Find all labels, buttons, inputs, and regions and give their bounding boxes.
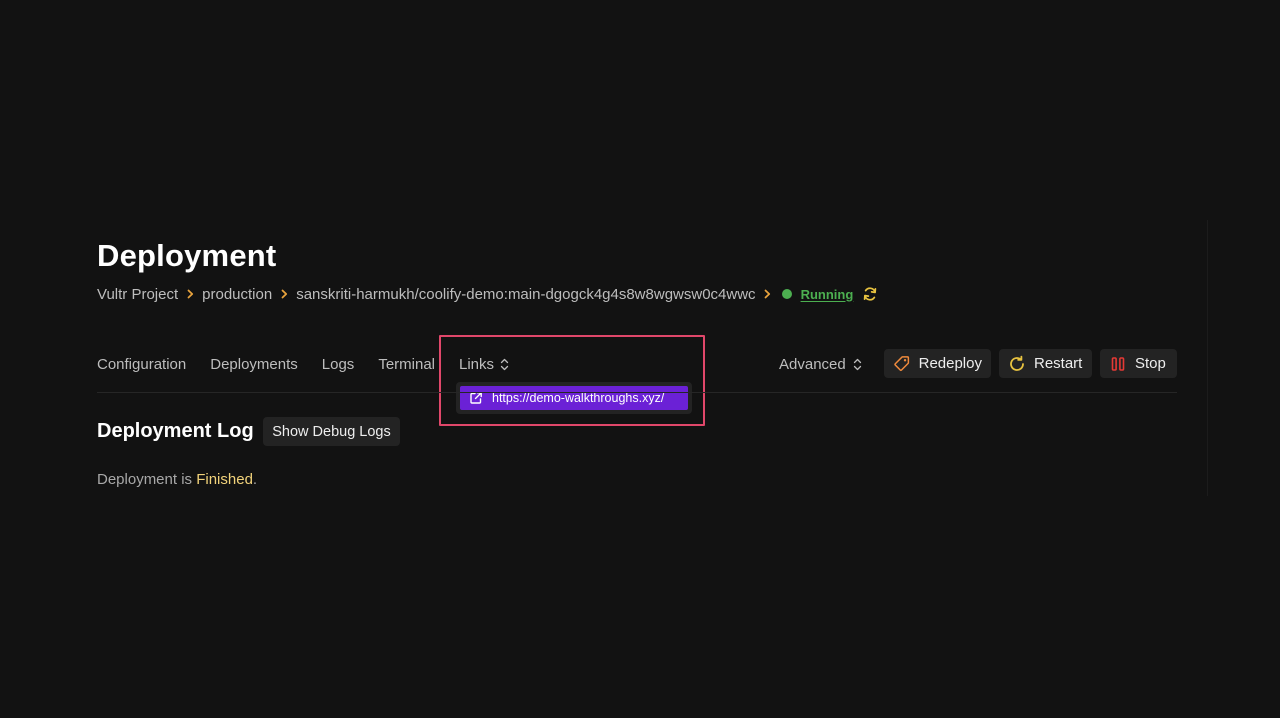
deployment-page: Deployment Vultr Project production sans… — [0, 0, 1280, 718]
restart-button[interactable]: Restart — [999, 349, 1092, 378]
restart-label: Restart — [1034, 355, 1083, 372]
status-badge[interactable]: Running — [801, 287, 854, 302]
breadcrumb-project[interactable]: Vultr Project — [97, 286, 178, 303]
show-debug-logs-button[interactable]: Show Debug Logs — [263, 417, 400, 446]
deployment-status-line: Deployment is Finished. — [97, 471, 257, 488]
status-prefix: Deployment is — [97, 471, 197, 488]
right-divider — [1207, 220, 1208, 496]
status-dot — [781, 289, 792, 299]
chevron-up-down-icon — [853, 358, 861, 370]
advanced-label: Advanced — [779, 355, 846, 373]
chevron-right-icon — [178, 289, 202, 299]
refresh-icon[interactable] — [862, 286, 878, 302]
status-suffix: . — [252, 471, 258, 488]
tag-icon — [894, 356, 910, 371]
stop-label: Stop — [1135, 355, 1166, 372]
links-dropdown: https://demo-walkthroughs.xyz/ — [456, 382, 692, 414]
deployment-log-title: Deployment Log — [97, 420, 254, 442]
tabs-divider — [97, 392, 1177, 393]
tab-logs[interactable]: Logs — [322, 356, 355, 373]
stop-button[interactable]: Stop — [1100, 349, 1177, 378]
breadcrumb: Vultr Project production sanskriti-harmu… — [97, 284, 878, 304]
chevron-right-icon — [756, 289, 780, 299]
link-url: https://demo-walkthroughs.xyz/ — [492, 391, 665, 405]
tab-configuration[interactable]: Configuration — [97, 356, 186, 373]
restart-icon — [1010, 355, 1024, 371]
page-title: Deployment — [97, 238, 277, 273]
link-item[interactable]: https://demo-walkthroughs.xyz/ — [460, 386, 688, 410]
external-link-icon — [470, 392, 482, 404]
tab-terminal[interactable]: Terminal — [378, 356, 435, 373]
breadcrumb-resource[interactable]: sanskriti-harmukh/coolify-demo:main-dgog… — [296, 286, 755, 303]
tab-deployments[interactable]: Deployments — [210, 356, 298, 373]
chevron-right-icon — [272, 289, 296, 299]
redeploy-label: Redeploy — [918, 355, 982, 372]
advanced-dropdown[interactable]: Advanced — [779, 354, 862, 374]
redeploy-button[interactable]: Redeploy — [884, 349, 991, 378]
status-value: Finished — [196, 471, 253, 488]
pause-icon — [1111, 356, 1125, 371]
breadcrumb-environment[interactable]: production — [202, 286, 272, 303]
